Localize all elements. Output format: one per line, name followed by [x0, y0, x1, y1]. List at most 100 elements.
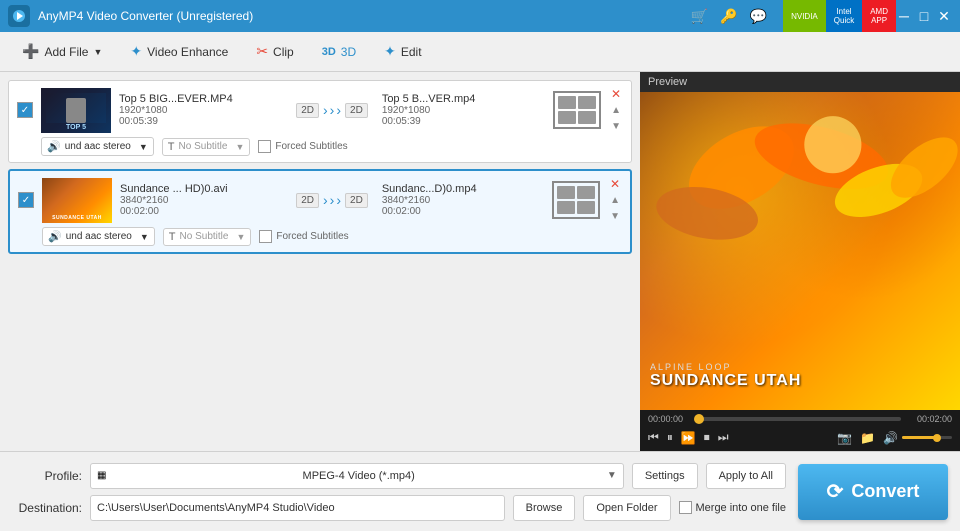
- fast-forward-btn[interactable]: ⏩: [681, 431, 696, 445]
- profile-select[interactable]: ▦ MPEG-4 Video (*.mp4) ▼: [90, 463, 624, 489]
- preview-panel: Preview ALPINE LOOP SUNDANCE UTAH 00:00:…: [640, 72, 960, 451]
- convert-icon: ⟳: [827, 479, 844, 504]
- folder-btn[interactable]: 📁: [860, 431, 875, 445]
- arrow-icons-1: › › ›: [323, 102, 341, 118]
- preview-video: ALPINE LOOP SUNDANCE UTAH: [640, 92, 960, 410]
- progress-track[interactable]: [699, 417, 901, 421]
- audio-icon-1: 🔊: [47, 140, 61, 153]
- file-checkbox-1[interactable]: ✓: [17, 102, 33, 118]
- screenshot-btn[interactable]: 📷: [837, 431, 852, 445]
- up-btn-2[interactable]: ▲: [608, 193, 622, 207]
- minimize-btn[interactable]: ─: [896, 8, 912, 24]
- key-icon[interactable]: 🔑: [720, 8, 737, 25]
- file-name-2: Sundance ... HD)0.avi: [120, 183, 282, 195]
- preview-label: Preview: [640, 72, 960, 92]
- down-btn-1[interactable]: ▼: [609, 119, 623, 133]
- volume-icon[interactable]: 🔊: [883, 431, 898, 445]
- badge-2d-out-2: 2D: [345, 193, 368, 208]
- file-name-1: Top 5 BIG...EVER.MP4: [119, 93, 282, 105]
- conversion-arrow-1: 2D › › › 2D: [290, 102, 374, 118]
- preview-leaves-svg: [650, 102, 960, 325]
- play-pause-btn[interactable]: ⏸: [667, 430, 673, 445]
- file-dur-2: 00:02:00: [120, 206, 282, 217]
- settings-button[interactable]: Settings: [632, 463, 698, 489]
- remove-btn-2[interactable]: ✕: [608, 177, 622, 191]
- format-icon-2[interactable]: [552, 181, 600, 219]
- stop-btn[interactable]: ⏹: [704, 430, 710, 445]
- clip-button[interactable]: ✂ Clip: [246, 39, 303, 64]
- arrow-icons-2: › › ›: [323, 192, 341, 208]
- nvidia-btn[interactable]: NVIDIA: [783, 0, 826, 32]
- file-item-bottom-1: 🔊 und aac stereo ▼ T No Subtitle ▼ Force…: [17, 137, 623, 156]
- subtitle-select-1[interactable]: T No Subtitle ▼: [162, 138, 251, 156]
- browse-button[interactable]: Browse: [513, 495, 576, 521]
- up-btn-1[interactable]: ▲: [609, 103, 623, 117]
- forced-sub-2: Forced Subtitles: [259, 230, 348, 243]
- file-thumb-1: TOP 5: [41, 88, 111, 133]
- output-res-2: 3840*2160: [382, 195, 544, 206]
- preview-overlay: ALPINE LOOP SUNDANCE UTAH: [650, 362, 801, 390]
- add-file-button[interactable]: ➕ Add File ▼: [12, 39, 112, 64]
- volume-control: 🔊: [883, 431, 952, 445]
- maximize-btn[interactable]: □: [916, 8, 932, 24]
- apply-all-button[interactable]: Apply to All: [706, 463, 786, 489]
- player-controls: 00:00:00 00:02:00 ⏮ ⏸ ⏩ ⏹ ⏭ 📷 📁 🔊: [640, 410, 960, 451]
- window-controls: ─ □ ✕: [896, 8, 952, 24]
- arrow-6: ›: [336, 192, 341, 208]
- merge-label: Merge into one file: [696, 502, 787, 514]
- format-icon-1[interactable]: [553, 91, 601, 129]
- audio-arrow-1: ▼: [139, 142, 148, 152]
- down-btn-2[interactable]: ▼: [608, 209, 622, 223]
- store-icon[interactable]: 🛒: [691, 8, 708, 25]
- video-enhance-button[interactable]: ✦ Video Enhance: [120, 39, 238, 64]
- output-res-1: 1920*1080: [382, 105, 545, 116]
- forced-sub-1: Forced Subtitles: [258, 140, 347, 153]
- forced-cb-2[interactable]: [259, 230, 272, 243]
- 3d-button[interactable]: 3D 3D: [312, 41, 366, 63]
- side-controls-1: ✕ ▲ ▼: [609, 87, 623, 133]
- destination-input[interactable]: [90, 495, 505, 521]
- amd-btn[interactable]: AMD APP: [862, 0, 896, 32]
- progress-bar-container: 00:00:00 00:02:00: [648, 414, 952, 424]
- arrow-2: ›: [330, 102, 335, 118]
- audio-select-2[interactable]: 🔊 und aac stereo ▼: [42, 227, 155, 246]
- file-res-1: 1920*1080: [119, 105, 282, 116]
- close-btn[interactable]: ✕: [936, 8, 952, 24]
- bottom-settings: Profile: ▦ MPEG-4 Video (*.mp4) ▼ Settin…: [12, 463, 786, 521]
- output-dur-2: 00:02:00: [382, 206, 544, 217]
- output-info-2: Sundanc...D)0.mp4 3840*2160 00:02:00: [382, 183, 544, 217]
- forced-cb-1[interactable]: [258, 140, 271, 153]
- file-res-2: 3840*2160: [120, 195, 282, 206]
- profile-row: Profile: ▦ MPEG-4 Video (*.mp4) ▼ Settin…: [12, 463, 786, 489]
- toolbar: ➕ Add File ▼ ✦ Video Enhance ✂ Clip 3D 3…: [0, 32, 960, 72]
- bottom-bar: Profile: ▦ MPEG-4 Video (*.mp4) ▼ Settin…: [0, 451, 960, 531]
- audio-icon-2: 🔊: [48, 230, 62, 243]
- edit-button[interactable]: ✦ Edit: [374, 39, 431, 64]
- intel-btn[interactable]: Intel Quick: [826, 0, 862, 32]
- audio-select-1[interactable]: 🔊 und aac stereo ▼: [41, 137, 154, 156]
- merge-checkbox[interactable]: [679, 501, 692, 514]
- subtitle-select-2[interactable]: T No Subtitle ▼: [163, 228, 252, 246]
- profile-value: MPEG-4 Video (*.mp4): [303, 470, 415, 482]
- side-controls-2: ✕ ▲ ▼: [608, 177, 622, 223]
- volume-track[interactable]: [902, 436, 952, 439]
- chat-icon[interactable]: 💬: [750, 8, 767, 25]
- title-bar: AnyMP4 Video Converter (Unregistered) 🛒 …: [0, 0, 960, 32]
- output-info-1: Top 5 B...VER.mp4 1920*1080 00:05:39: [382, 93, 545, 127]
- add-file-icon: ➕: [22, 43, 39, 60]
- app-logo: [8, 5, 30, 27]
- badge-2d-in-2: 2D: [296, 193, 319, 208]
- remove-btn-1[interactable]: ✕: [609, 87, 623, 101]
- volume-thumb: [933, 434, 941, 442]
- subtitle-icon-1: T: [168, 141, 175, 153]
- file-list: ✓ TOP 5 Top 5 BIG...EVER.MP4 1920*1080 0…: [0, 72, 640, 451]
- skip-back-btn[interactable]: ⏮: [648, 430, 659, 445]
- convert-button[interactable]: ⟳ Convert: [798, 464, 948, 520]
- gpu-buttons: NVIDIA Intel Quick AMD APP: [783, 0, 896, 32]
- open-folder-button[interactable]: Open Folder: [583, 495, 670, 521]
- file-checkbox-2[interactable]: ✓: [18, 192, 34, 208]
- skip-forward-btn[interactable]: ⏭: [718, 430, 729, 445]
- subtitle-icon-2: T: [169, 231, 176, 243]
- file-item-top: ✓ TOP 5 Top 5 BIG...EVER.MP4 1920*1080 0…: [17, 87, 623, 133]
- file-item-selected: ✓ SUNDANCE UTAH Sundance ... HD)0.avi 38…: [8, 169, 632, 254]
